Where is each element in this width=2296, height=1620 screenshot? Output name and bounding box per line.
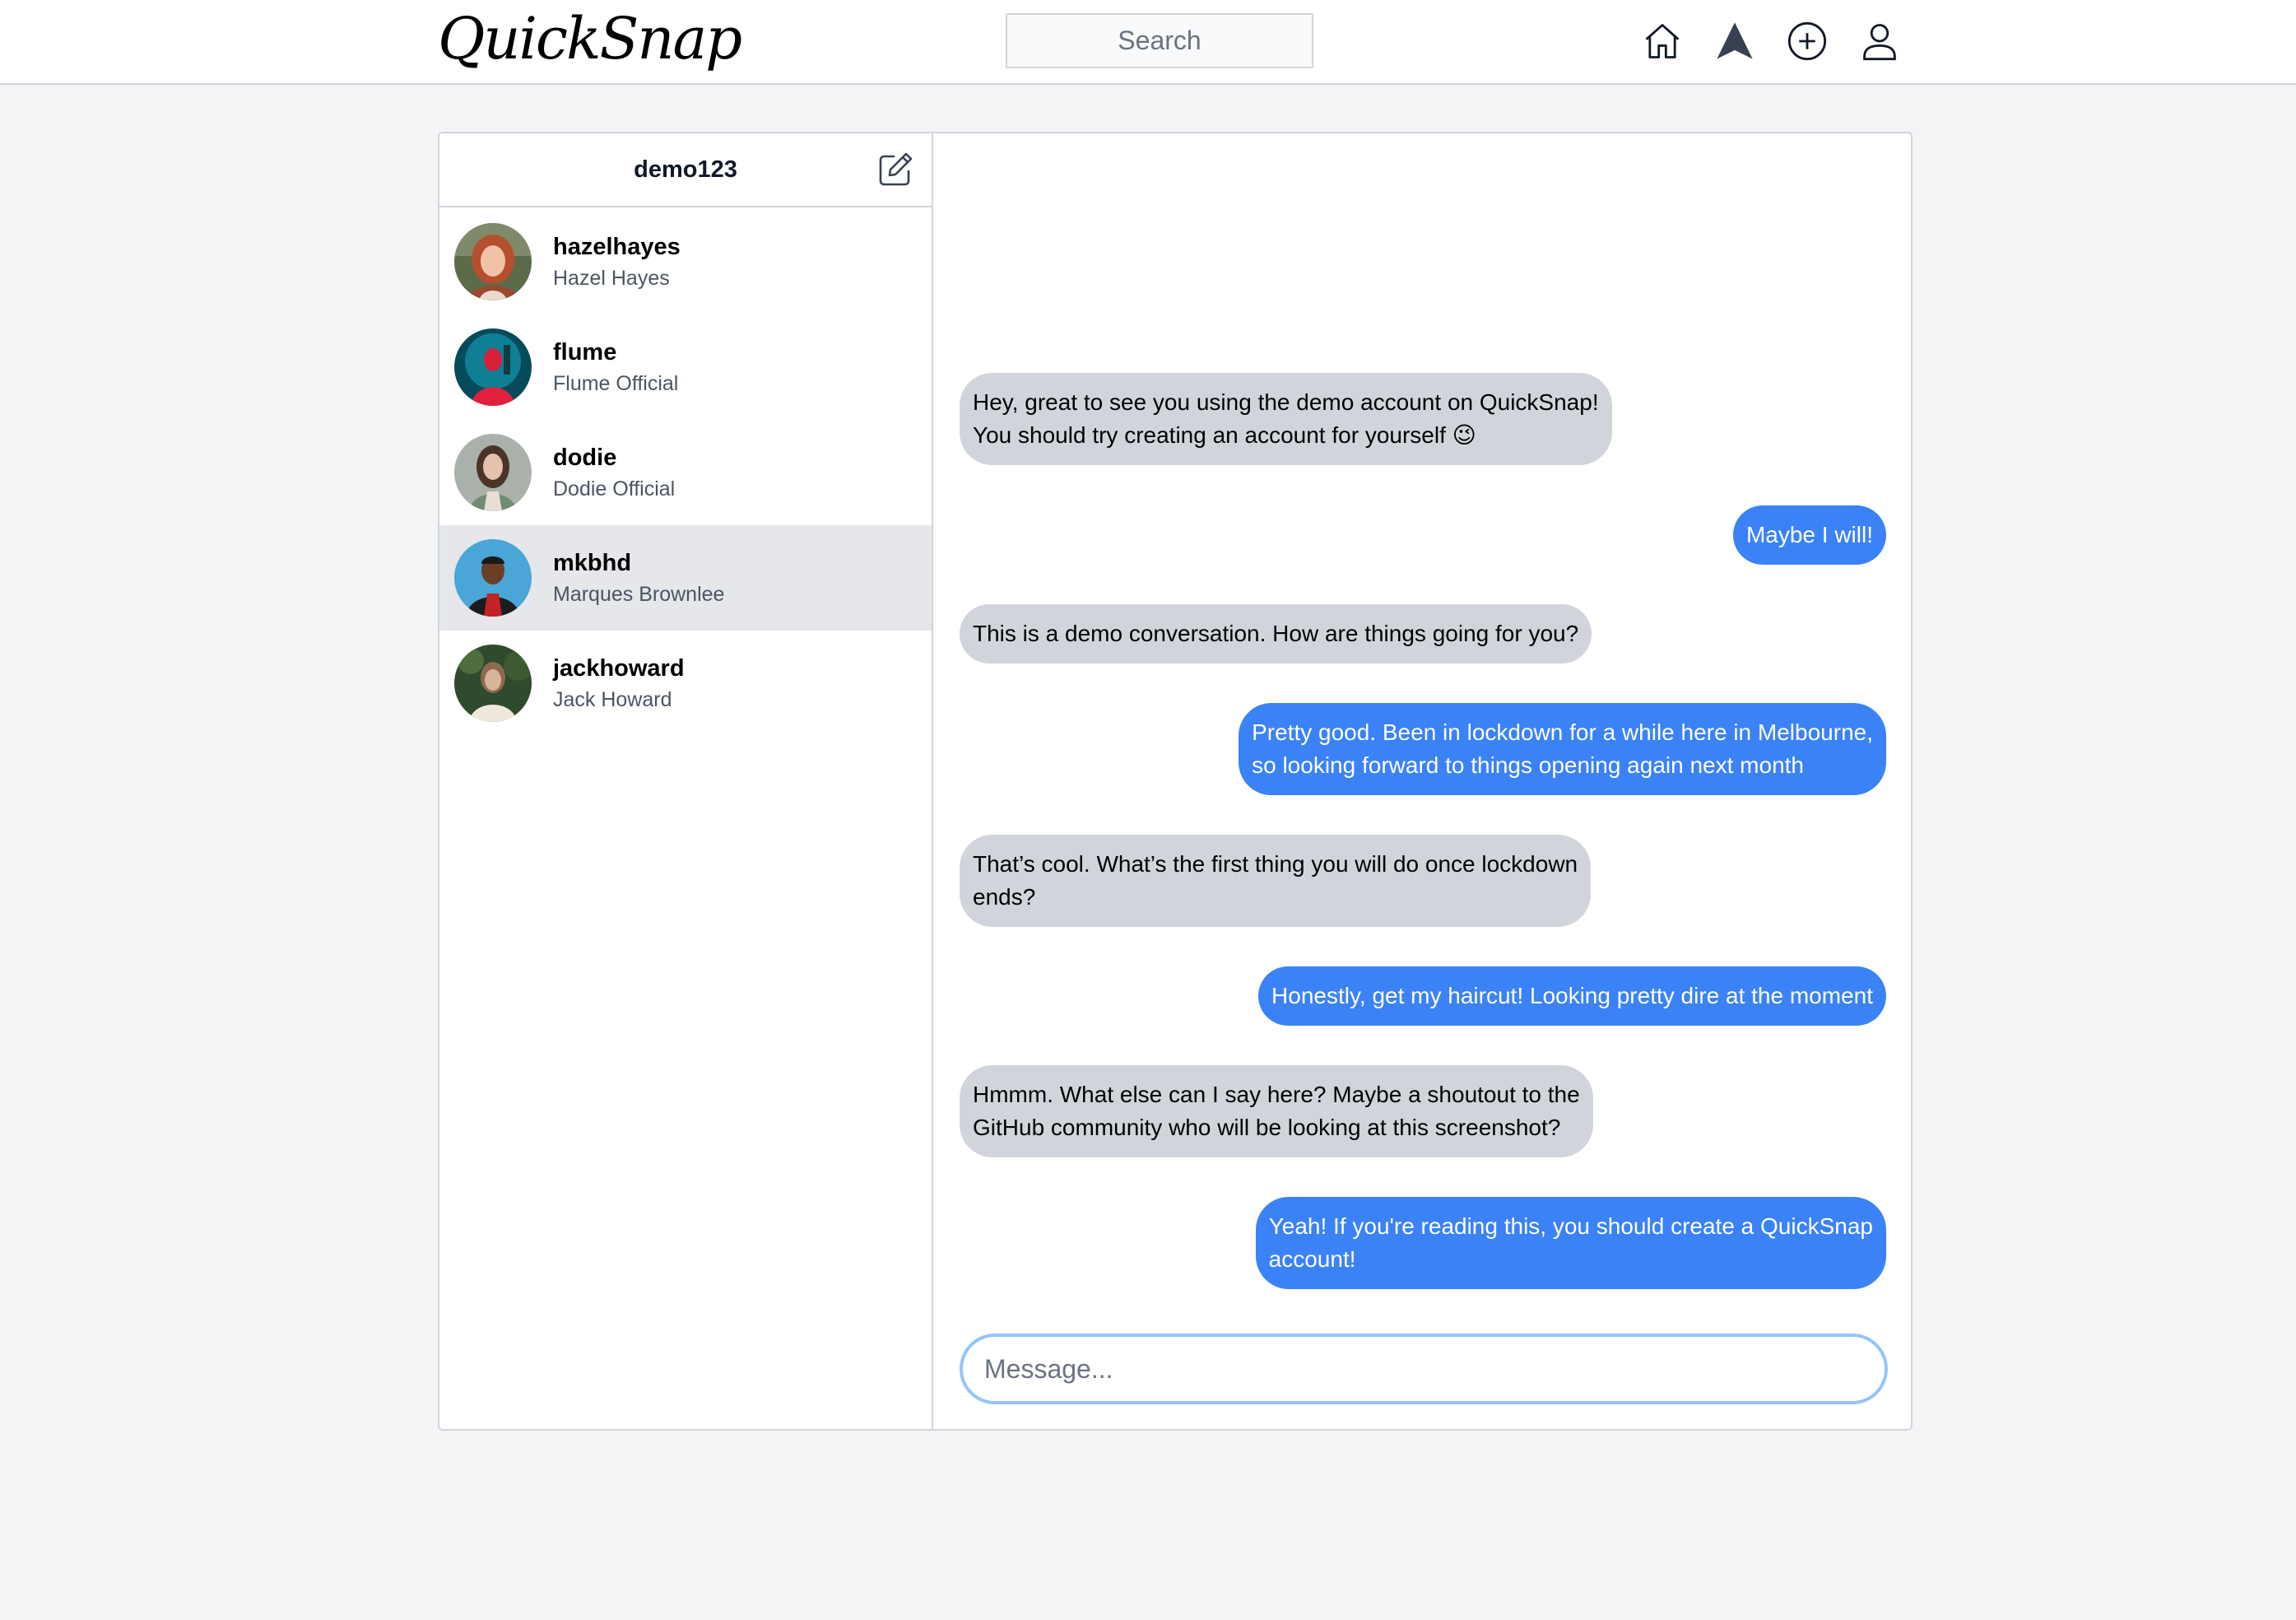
direct-messages-icon[interactable]: [1712, 16, 1758, 66]
current-username: demo123: [634, 156, 737, 183]
conversation-item-mkbhd[interactable]: mkbhd Marques Brownlee: [439, 525, 932, 631]
message-line: Pretty good. Been in lockdown for a whil…: [1252, 719, 1873, 745]
message-line: account!: [1268, 1246, 1356, 1272]
top-navbar: QuickSnap: [0, 0, 2296, 85]
avatar: [454, 539, 532, 617]
message-line: Hey, great to see you using the demo acc…: [973, 389, 1599, 415]
conversation-fullname: Marques Brownlee: [553, 583, 725, 606]
message-outgoing: Pretty good. Been in lockdown for a whil…: [1239, 703, 1886, 795]
conversation-username: jackhoward: [553, 655, 685, 682]
message-line: so looking forward to things opening aga…: [1252, 752, 1804, 778]
conversation-username: mkbhd: [553, 550, 632, 576]
message-line: GitHub community who will be looking at …: [973, 1115, 1561, 1140]
message-line: ends?: [973, 884, 1036, 910]
conversation-fullname: Jack Howard: [553, 688, 672, 711]
conversation-fullname: Hazel Hayes: [553, 267, 670, 290]
message-line: Maybe I will!: [1745, 522, 1873, 547]
messages-card: demo123 hazelhayes Hazel Hayes flume Flu…: [438, 132, 1913, 1431]
conversation-username: dodie: [553, 445, 617, 471]
message-line: Honestly, get my haircut! Looking pretty…: [1271, 983, 1873, 1008]
message-line: That’s cool. What’s the first thing you …: [973, 851, 1578, 877]
message-outgoing: Yeah! If you're reading this, you should…: [1255, 1197, 1886, 1289]
conversation-username: hazelhayes: [553, 234, 681, 260]
chat-pane: Hey, great to see you using the demo acc…: [933, 133, 1911, 1429]
avatar: [454, 645, 532, 722]
message-line: Hmmm. What else can I say here? Maybe a …: [973, 1082, 1580, 1107]
avatar: [454, 434, 532, 511]
message-line: Yeah! If you're reading this, you should…: [1268, 1213, 1873, 1239]
message-input[interactable]: [960, 1334, 1888, 1404]
conversation-item-dodie[interactable]: dodie Dodie Official: [439, 420, 932, 525]
conversation-list: hazelhayes Hazel Hayes flume Flume Offic…: [439, 209, 932, 736]
message-incoming: Hmmm. What else can I say here? Maybe a …: [960, 1065, 1593, 1157]
new-post-icon[interactable]: [1784, 16, 1830, 66]
conversation-item-flume[interactable]: flume Flume Official: [439, 314, 932, 420]
conversation-item-jackhoward[interactable]: jackhoward Jack Howard: [439, 631, 932, 736]
message-outgoing: Maybe I will!: [1732, 505, 1886, 565]
sidebar-header: demo123: [439, 133, 932, 207]
avatar: [454, 328, 532, 406]
conversation-item-hazelhayes[interactable]: hazelhayes Hazel Hayes: [439, 209, 932, 314]
conversation-username: flume: [553, 339, 617, 365]
message-line: You should try creating an account for y…: [973, 422, 1476, 448]
message-incoming: Hey, great to see you using the demo acc…: [960, 373, 1612, 465]
avatar: [454, 223, 532, 300]
profile-icon[interactable]: [1857, 16, 1903, 66]
compose-icon[interactable]: [876, 150, 915, 189]
conversations-sidebar: demo123 hazelhayes Hazel Hayes flume Flu…: [439, 133, 933, 1429]
conversation-fullname: Flume Official: [553, 372, 679, 395]
conversation-fullname: Dodie Official: [553, 477, 676, 500]
app-logo[interactable]: QuickSnap: [438, 2, 742, 81]
message-outgoing: Honestly, get my haircut! Looking pretty…: [1258, 966, 1886, 1026]
home-icon[interactable]: [1639, 16, 1685, 66]
message-incoming: This is a demo conversation. How are thi…: [960, 604, 1592, 663]
search-input[interactable]: [1006, 13, 1313, 68]
message-incoming: That’s cool. What’s the first thing you …: [960, 835, 1592, 927]
message-line: This is a demo conversation. How are thi…: [973, 621, 1579, 646]
